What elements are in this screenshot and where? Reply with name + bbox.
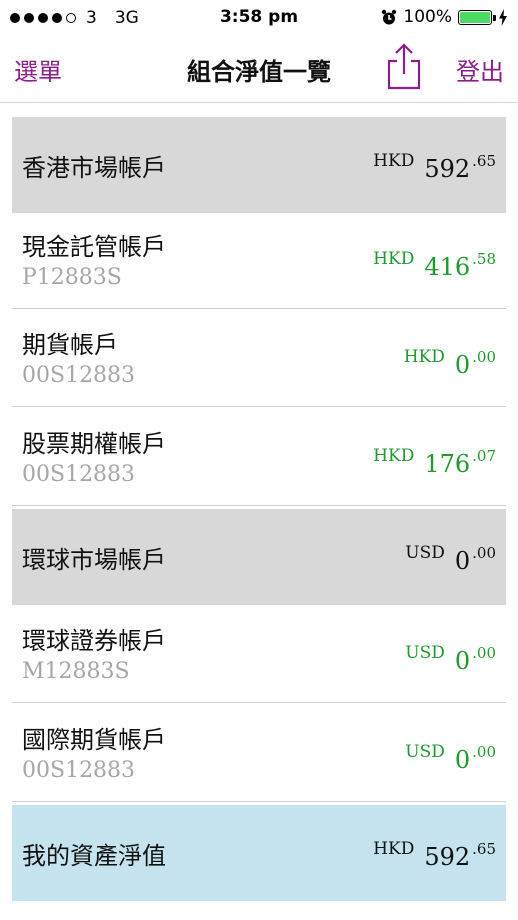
account-value: USD 0 .00 xyxy=(405,639,496,675)
account-name: 香港市場帳戶 xyxy=(22,154,166,182)
account-group-global-market[interactable]: 環球市場帳戶 USD 0 .00 xyxy=(12,509,506,605)
page-title: 組合淨值一覽 xyxy=(187,58,331,86)
account-value: HKD 416 .58 xyxy=(373,245,496,281)
value-decimal: .00 xyxy=(472,644,496,662)
alarm-clock-icon xyxy=(382,9,397,24)
account-name: 我的資產淨值 xyxy=(22,842,166,870)
value-integer: 0 xyxy=(454,647,471,675)
value-integer: 0 xyxy=(454,746,471,774)
value-integer: 0 xyxy=(454,351,471,379)
currency: HKD xyxy=(373,446,415,466)
account-value: HKD 592 .65 xyxy=(373,835,496,871)
currency: USD xyxy=(405,643,445,663)
currency: HKD xyxy=(403,347,445,367)
account-name: 環球證券帳戶 xyxy=(22,627,166,655)
value-integer: 0 xyxy=(454,547,471,575)
account-name: 環球市場帳戶 xyxy=(22,546,166,574)
status-bar: 3 3G 3:58 pm 100% xyxy=(0,0,518,34)
value-decimal: .07 xyxy=(472,447,496,465)
total-net-asset-row[interactable]: 我的資產淨值 HKD 592 .65 xyxy=(12,805,506,901)
account-name: 期貨帳戶 xyxy=(22,331,118,359)
value-integer: 176 xyxy=(424,450,471,478)
value-integer: 416 xyxy=(424,253,471,281)
logout-button[interactable]: 登出 xyxy=(456,52,504,87)
account-row-stock-options[interactable]: 股票期權帳戶 00S12883 HKD 176 .07 xyxy=(12,410,506,506)
account-number: 00S12883 xyxy=(22,462,136,487)
account-row-cash-custody[interactable]: 現金託管帳戶 P12883S HKD 416 .58 xyxy=(12,213,506,309)
value-decimal: .65 xyxy=(472,840,496,858)
account-row-international-futures[interactable]: 國際期貨帳戶 00S12883 USD 0 .00 xyxy=(12,706,506,802)
currency: HKD xyxy=(373,249,415,269)
account-value: USD 0 .00 xyxy=(405,738,496,774)
account-value: HKD 176 .07 xyxy=(373,442,496,478)
value-integer: 592 xyxy=(424,843,471,871)
account-number: 00S12883 xyxy=(22,363,136,388)
charging-bolt-icon xyxy=(499,8,507,26)
currency: USD xyxy=(405,543,445,563)
value-decimal: .65 xyxy=(472,152,496,170)
account-group-hk-market[interactable]: 香港市場帳戶 HKD 592 .65 xyxy=(12,117,506,213)
account-value: HKD 0 .00 xyxy=(404,343,496,379)
account-number: M12883S xyxy=(22,659,130,684)
account-name: 現金託管帳戶 xyxy=(22,233,166,261)
value-decimal: .00 xyxy=(472,743,496,761)
account-name: 股票期權帳戶 xyxy=(22,430,166,458)
account-row-global-securities[interactable]: 環球證券帳戶 M12883S USD 0 .00 xyxy=(12,607,506,703)
account-number: P12883S xyxy=(22,265,122,290)
account-name: 國際期貨帳戶 xyxy=(22,726,166,754)
value-decimal: .00 xyxy=(472,544,496,562)
account-number: 00S12883 xyxy=(22,758,136,783)
battery-icon xyxy=(458,9,496,25)
navigation-bar: 選單 組合淨值一覽 登出 xyxy=(0,34,518,103)
value-decimal: .00 xyxy=(472,348,496,366)
currency: HKD xyxy=(373,151,415,171)
currency: HKD xyxy=(373,839,415,859)
account-value: USD 0 .00 xyxy=(405,539,496,575)
value-integer: 592 xyxy=(424,155,471,183)
battery-percent: 100% xyxy=(403,7,452,27)
status-right: 100% xyxy=(381,7,508,27)
account-value: HKD 592 .65 xyxy=(373,147,496,183)
currency: USD xyxy=(405,742,445,762)
account-row-futures[interactable]: 期貨帳戶 00S12883 HKD 0 .00 xyxy=(12,311,506,407)
value-decimal: .58 xyxy=(472,250,496,268)
share-icon[interactable] xyxy=(386,42,422,90)
